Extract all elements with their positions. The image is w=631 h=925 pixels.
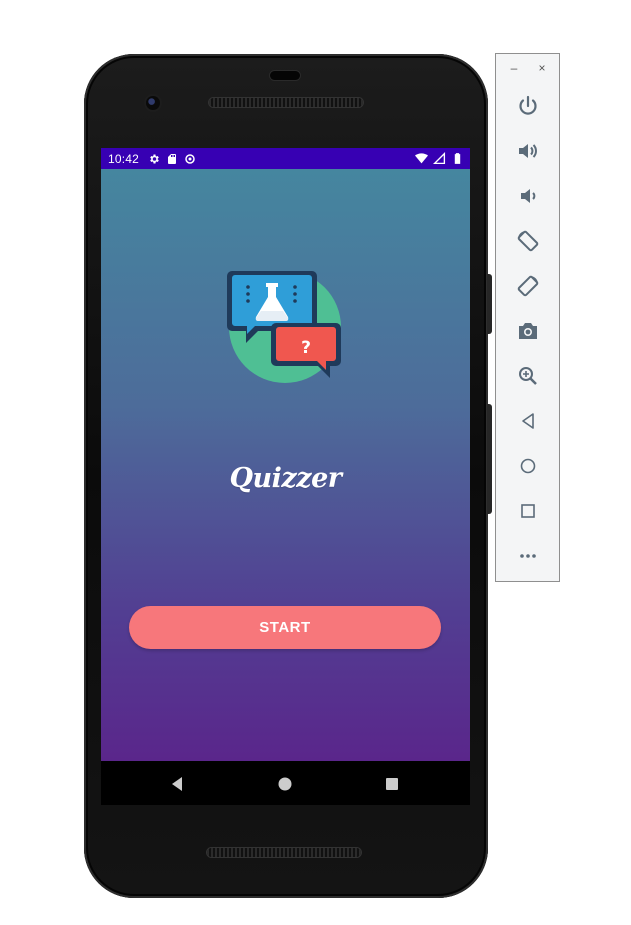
- status-bar: 10:42: [101, 148, 470, 169]
- top-speaker-grille: [209, 98, 363, 107]
- earpiece: [270, 71, 300, 80]
- device-screen: 10:42 ? Quizzer START: [101, 148, 470, 761]
- nav-recents-icon[interactable]: [383, 775, 401, 793]
- volume-down-icon[interactable]: [516, 184, 540, 208]
- close-icon[interactable]: ×: [536, 62, 548, 74]
- overview-icon[interactable]: [516, 499, 540, 523]
- more-icon[interactable]: [516, 544, 540, 568]
- camera-icon[interactable]: [516, 319, 540, 343]
- status-time: 10:42: [108, 151, 140, 166]
- bottom-speaker-grille: [207, 848, 361, 857]
- nav-back-icon[interactable]: [169, 775, 187, 793]
- app-title: Quizzer: [229, 463, 342, 494]
- hardware-power-button[interactable]: [487, 274, 492, 334]
- wifi-icon: [415, 152, 428, 168]
- front-camera: [146, 96, 160, 110]
- android-nav-bar: [101, 761, 470, 805]
- zoom-icon[interactable]: [516, 364, 540, 388]
- hardware-volume-button[interactable]: [487, 404, 492, 514]
- rotate-left-icon[interactable]: [516, 229, 540, 253]
- minimize-icon[interactable]: –: [508, 62, 520, 74]
- battery-icon: [451, 152, 464, 168]
- nav-home-icon[interactable]: [276, 775, 294, 793]
- status-right-group: [415, 151, 464, 168]
- start-button[interactable]: START: [129, 606, 441, 649]
- power-icon[interactable]: [516, 94, 540, 118]
- settings-icon: [148, 153, 160, 165]
- home-icon[interactable]: [516, 454, 540, 478]
- phone-frame: 10:42 ? Quizzer START: [84, 54, 492, 898]
- emulator-stage: 10:42 ? Quizzer START – ×: [0, 0, 631, 925]
- quiz-logo-icon: ?: [226, 267, 344, 385]
- volume-up-icon[interactable]: [516, 139, 540, 163]
- rotate-right-icon[interactable]: [516, 274, 540, 298]
- logo-question-mark: ?: [301, 338, 311, 358]
- data-saver-icon: [184, 153, 196, 165]
- quiz-start-screen: ? Quizzer START: [101, 169, 470, 761]
- emulator-toolbar: – ×: [495, 53, 560, 582]
- back-icon[interactable]: [516, 409, 540, 433]
- cell-signal-icon: [432, 151, 446, 168]
- sd-card-icon: [166, 153, 178, 165]
